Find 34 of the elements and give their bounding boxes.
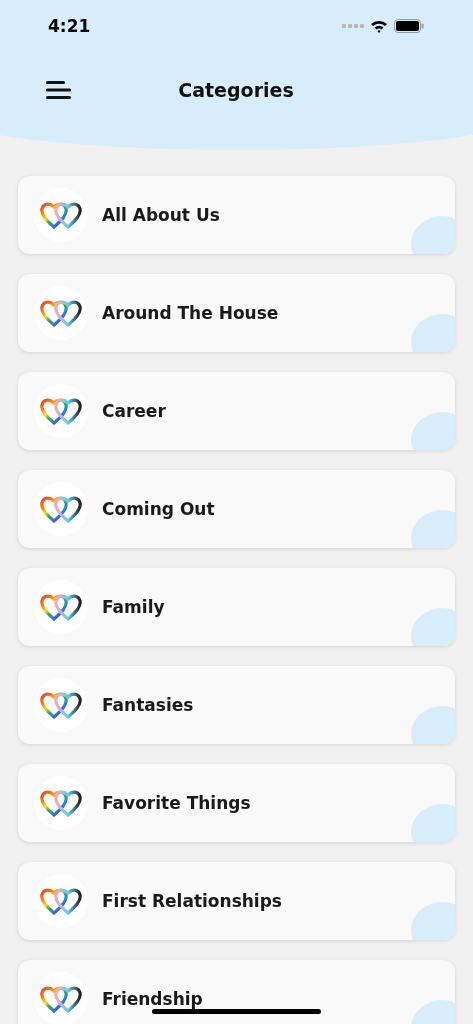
- hearts-icon: [39, 592, 83, 622]
- hearts-icon: [39, 886, 83, 916]
- menu-icon: [46, 80, 72, 100]
- category-card[interactable]: Friendship: [18, 960, 455, 1024]
- category-card[interactable]: All About Us: [18, 176, 455, 254]
- category-card[interactable]: Career: [18, 372, 455, 450]
- signal-icon: [342, 23, 364, 29]
- category-card[interactable]: Fantasies: [18, 666, 455, 744]
- hearts-icon: [39, 494, 83, 524]
- category-card[interactable]: Favorite Things: [18, 764, 455, 842]
- category-label: Around The House: [102, 303, 279, 323]
- hearts-icon: [39, 788, 83, 818]
- hearts-icon: [39, 200, 83, 230]
- category-label: All About Us: [102, 205, 220, 225]
- battery-icon: [394, 19, 424, 33]
- category-card[interactable]: First Relationships: [18, 862, 455, 940]
- menu-button[interactable]: [46, 80, 72, 100]
- hearts-icon: [39, 298, 83, 328]
- hearts-icon: [39, 984, 83, 1014]
- category-label: First Relationships: [102, 891, 282, 911]
- category-label: Family: [102, 597, 165, 617]
- category-card[interactable]: Family: [18, 568, 455, 646]
- category-card[interactable]: Coming Out: [18, 470, 455, 548]
- hearts-icon: [39, 690, 83, 720]
- hearts-icon: [39, 396, 83, 426]
- category-label: Career: [102, 401, 166, 421]
- page-title: Categories: [178, 79, 294, 101]
- category-label: Fantasies: [102, 695, 194, 715]
- wifi-icon: [370, 19, 388, 33]
- status-time: 4:21: [48, 16, 91, 36]
- category-label: Coming Out: [102, 499, 215, 519]
- category-label: Favorite Things: [102, 793, 251, 813]
- category-card[interactable]: Around The House: [18, 274, 455, 352]
- category-label: Friendship: [102, 989, 203, 1009]
